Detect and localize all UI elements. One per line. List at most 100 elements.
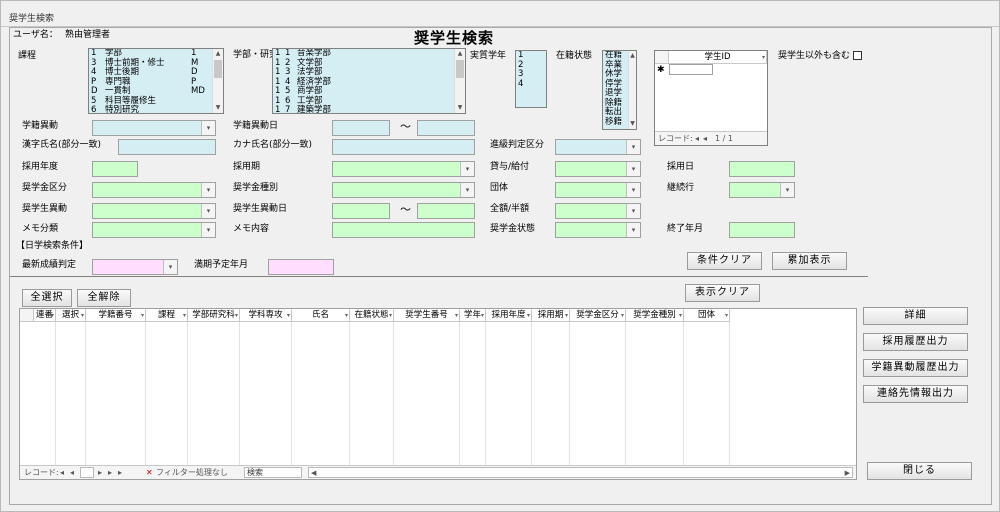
column-header[interactable]: 団体 ▾ — [684, 309, 730, 322]
shogakusei-idou-select[interactable]: ▾ — [92, 203, 216, 219]
nav-first-icon[interactable]: ◂ — [695, 132, 699, 145]
chevron-down-icon[interactable]: ▾ — [201, 183, 215, 197]
column-header[interactable]: 氏名 ▾ — [292, 309, 350, 322]
taiyo-kyufu-select[interactable]: ▾ — [555, 161, 641, 177]
shinkyu-select[interactable]: ▾ — [555, 139, 641, 155]
sort-arrow-icon[interactable]: ▾ — [527, 309, 530, 321]
nav-prev-icon[interactable]: ◂ — [70, 466, 74, 479]
shogakusei-idou-date-to[interactable] — [417, 203, 475, 219]
column-header[interactable]: 連番 ▾ — [34, 309, 56, 322]
column-header[interactable]: 奨学金種別 ▾ — [626, 309, 684, 322]
column-header[interactable]: 選択 ▾ — [56, 309, 86, 322]
chevron-down-icon[interactable]: ▾ — [626, 204, 640, 218]
column-header[interactable]: 採用年度 ▾ — [486, 309, 532, 322]
sort-arrow-icon[interactable]: ▾ — [235, 309, 238, 321]
column-header[interactable]: 採用期 ▾ — [532, 309, 570, 322]
sort-arrow-icon[interactable]: ▾ — [565, 309, 568, 321]
column-header[interactable]: 学年 ▾ — [460, 309, 486, 322]
nav-current-record-input[interactable] — [80, 467, 94, 478]
grid-search-input[interactable]: 検索 — [244, 467, 302, 478]
close-button[interactable]: 閉じる — [867, 462, 972, 480]
zengaku-select[interactable]: ▾ — [555, 203, 641, 219]
status-scrollbar[interactable]: ▲ ▼ — [628, 51, 636, 129]
chevron-down-icon[interactable]: ▾ — [626, 223, 640, 237]
column-header[interactable]: 学籍番号 ▾ — [86, 309, 146, 322]
nav-prev-icon[interactable]: ◂ — [703, 132, 707, 145]
gakuseki-idou-select[interactable]: ▾ — [92, 120, 216, 136]
sort-arrow-icon[interactable]: ▾ — [725, 309, 728, 321]
column-header[interactable]: 課程 ▾ — [146, 309, 188, 322]
chevron-down-icon[interactable]: ▾ — [626, 162, 640, 176]
list-item[interactable]: 4 — [516, 79, 546, 90]
shuryo-nengetsu-input[interactable] — [729, 222, 795, 238]
shogakukin-jotai-select[interactable]: ▾ — [555, 222, 641, 238]
column-header[interactable]: 学部研究科 ▾ — [188, 309, 240, 322]
column-header[interactable]: 奨学生番号 ▾ — [394, 309, 460, 322]
sort-arrow-icon[interactable]: ▾ — [481, 309, 484, 321]
chevron-down-icon[interactable]: ▾ — [201, 223, 215, 237]
manki-yotei-input[interactable] — [268, 259, 334, 275]
list-item[interactable]: 6 特別研究 — [89, 105, 223, 113]
saiyo-ki-select[interactable]: ▾ — [332, 161, 475, 177]
nav-new-icon[interactable]: ▸ — [118, 466, 122, 479]
shogakusei-idou-date-from[interactable] — [332, 203, 390, 219]
chevron-down-icon[interactable]: ▾ — [460, 162, 474, 176]
sort-arrow-icon[interactable]: ▾ — [679, 309, 682, 321]
saiyo-nendo-input[interactable] — [92, 161, 138, 177]
tab-shogakusei-kensaku[interactable]: 奨学生検索 — [9, 11, 54, 24]
course-scrollbar[interactable]: ▲ ▼ — [212, 49, 223, 113]
sort-arrow-icon[interactable]: ▾ — [81, 309, 84, 321]
student-id-column-header[interactable]: 学生ID ▾ — [669, 51, 767, 64]
include-non-checkbox[interactable] — [853, 51, 862, 60]
chevron-down-icon[interactable]: ▾ — [163, 260, 177, 274]
keizoku-gyo-select[interactable]: ▾ — [729, 182, 795, 198]
chevron-down-icon[interactable]: ▾ — [780, 183, 794, 197]
kanji-name-input[interactable] — [118, 139, 216, 155]
nav-last-icon[interactable]: ▸ — [108, 466, 112, 479]
scroll-right-icon[interactable]: ▶ — [845, 467, 850, 479]
memo-bunrui-select[interactable]: ▾ — [92, 222, 216, 238]
saishin-seiseki-select[interactable]: ▾ — [92, 259, 178, 275]
student-id-input[interactable] — [669, 64, 713, 75]
contact-info-export-button[interactable]: 連絡先情報出力 — [863, 385, 968, 403]
clear-condition-button[interactable]: 条件クリア — [687, 252, 762, 270]
detail-button[interactable]: 詳細 — [863, 307, 968, 325]
hire-history-export-button[interactable]: 採用履歴出力 — [863, 333, 968, 351]
filter-status[interactable]: フィルター処理なし — [156, 466, 228, 479]
column-header[interactable]: 学科専攻 ▾ — [240, 309, 292, 322]
faculty-scrollbar[interactable]: ▲ ▼ — [454, 49, 465, 113]
course-listbox[interactable]: 1 学部 1 3 博士前期・修士 M 4 博士後期 D P 専門職 P D 一貫制 MD 5 科目等履修生 6 特別… — [88, 48, 224, 114]
dantai-select[interactable]: ▾ — [555, 182, 641, 198]
gakuseki-idou-date-to[interactable] — [417, 120, 475, 136]
column-header[interactable]: 在籍状態 ▾ — [350, 309, 394, 322]
cumulative-display-button[interactable]: 累加表示 — [772, 252, 847, 270]
memo-naiyo-input[interactable] — [332, 222, 475, 238]
sort-arrow-icon[interactable]: ▾ — [183, 309, 186, 321]
status-listbox[interactable]: 在籍 卒業 休学 停学 退学 除籍 転出 移籍 ▲ ▼ — [602, 50, 637, 130]
shogakukin-shubetsu-select[interactable]: ▾ — [332, 182, 475, 198]
unselect-all-button[interactable]: 全解除 — [77, 289, 131, 307]
sort-arrow-icon[interactable]: ▾ — [287, 309, 290, 321]
sort-arrow-icon[interactable]: ▾ — [389, 309, 392, 321]
horizontal-scrollbar[interactable]: ◀ ▶ — [308, 467, 853, 478]
clear-display-button[interactable]: 表示クリア — [685, 284, 760, 302]
year-listbox[interactable]: 1234 — [515, 50, 547, 108]
enrollment-change-history-export-button[interactable]: 学籍異動履歴出力 — [863, 359, 968, 377]
chevron-down-icon[interactable]: ▾ — [201, 121, 215, 135]
sort-arrow-icon[interactable]: ▾ — [141, 309, 144, 321]
chevron-down-icon[interactable]: ▾ — [626, 140, 640, 154]
student-id-subform[interactable]: 学生ID ▾ ✱ レコード: ◂ ◂ 1 / 1 — [654, 50, 768, 146]
sort-arrow-icon[interactable]: ▾ — [51, 309, 54, 321]
sort-arrow-icon[interactable]: ▾ — [621, 309, 624, 321]
kana-name-input[interactable] — [332, 139, 475, 155]
saiyo-bi-input[interactable] — [729, 161, 795, 177]
sort-arrow-icon[interactable]: ▾ — [455, 309, 458, 321]
shogakukin-kubun-select[interactable]: ▾ — [92, 182, 216, 198]
chevron-down-icon[interactable]: ▾ — [460, 183, 474, 197]
nav-first-icon[interactable]: ◂ — [60, 466, 64, 479]
select-all-button[interactable]: 全選択 — [22, 289, 72, 307]
chevron-down-icon[interactable]: ▾ — [201, 204, 215, 218]
scroll-left-icon[interactable]: ◀ — [311, 467, 316, 479]
chevron-down-icon[interactable]: ▾ — [626, 183, 640, 197]
sort-arrow-icon[interactable]: ▾ — [345, 309, 348, 321]
